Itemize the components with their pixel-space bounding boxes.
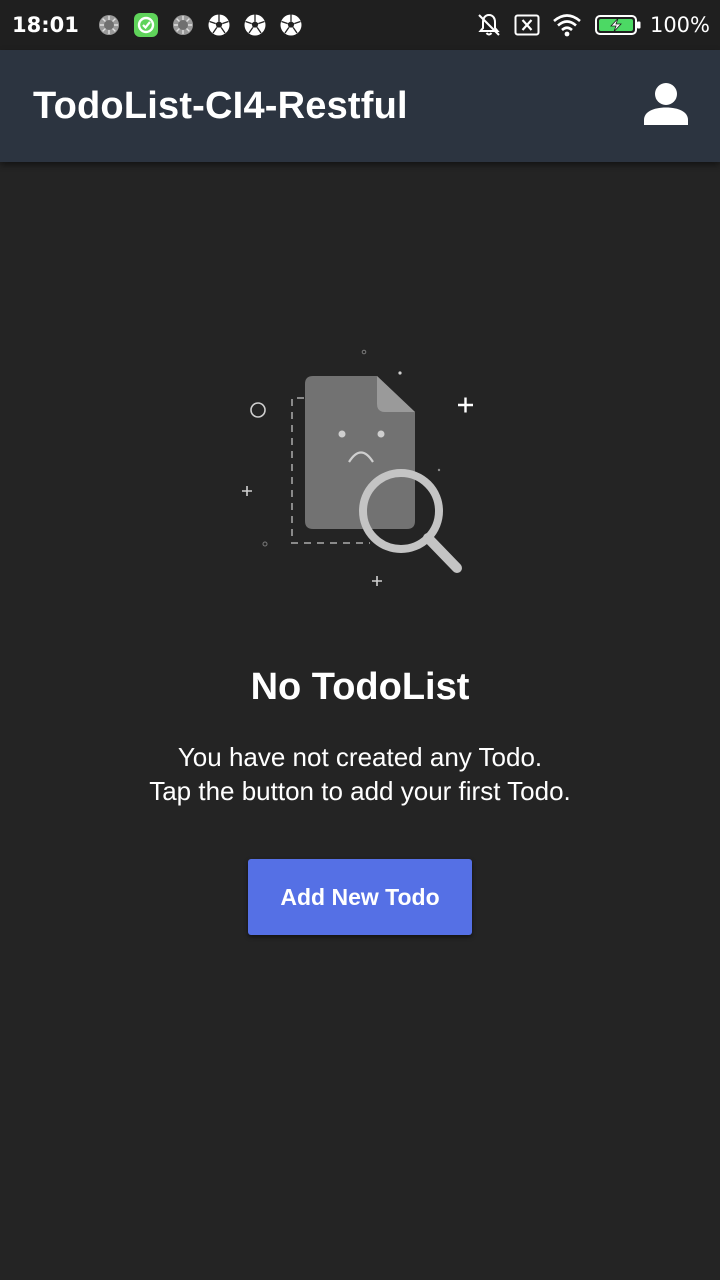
- wifi-icon: [552, 13, 582, 37]
- empty-state-title: No TodoList: [250, 666, 470, 708]
- profile-button[interactable]: [642, 82, 690, 130]
- battery-charging-icon: [594, 13, 642, 37]
- soccer-ball-icon: [279, 13, 303, 37]
- screen: 18:01 100% TodoList-CI4-Restful No TodoL…: [0, 0, 720, 1280]
- app-title: TodoList-CI4-Restful: [33, 84, 408, 127]
- status-left: 18:01: [12, 12, 303, 38]
- app-bar: TodoList-CI4-Restful: [0, 50, 720, 162]
- account-icon: [643, 82, 689, 131]
- status-time: 18:01: [12, 13, 79, 37]
- empty-state-line-2: Tap the button to add your first Todo.: [149, 776, 571, 806]
- spinner-icon: [97, 13, 121, 37]
- green-app-icon: [133, 12, 159, 38]
- spinner-icon: [171, 13, 195, 37]
- mute-bell-icon: [476, 12, 502, 38]
- status-bar: 18:01 100%: [0, 0, 720, 50]
- battery-percentage: 100%: [649, 13, 710, 37]
- soccer-ball-icon: [207, 13, 231, 37]
- empty-file-search-icon: [230, 340, 490, 600]
- empty-state-line-1: You have not created any Todo.: [177, 742, 543, 772]
- empty-state-description: You have not created any Todo. Tap the b…: [0, 740, 720, 808]
- status-right: 100%: [476, 12, 710, 38]
- no-sim-icon: [514, 14, 540, 36]
- add-new-todo-button[interactable]: Add New Todo: [248, 859, 472, 935]
- soccer-ball-icon: [243, 13, 267, 37]
